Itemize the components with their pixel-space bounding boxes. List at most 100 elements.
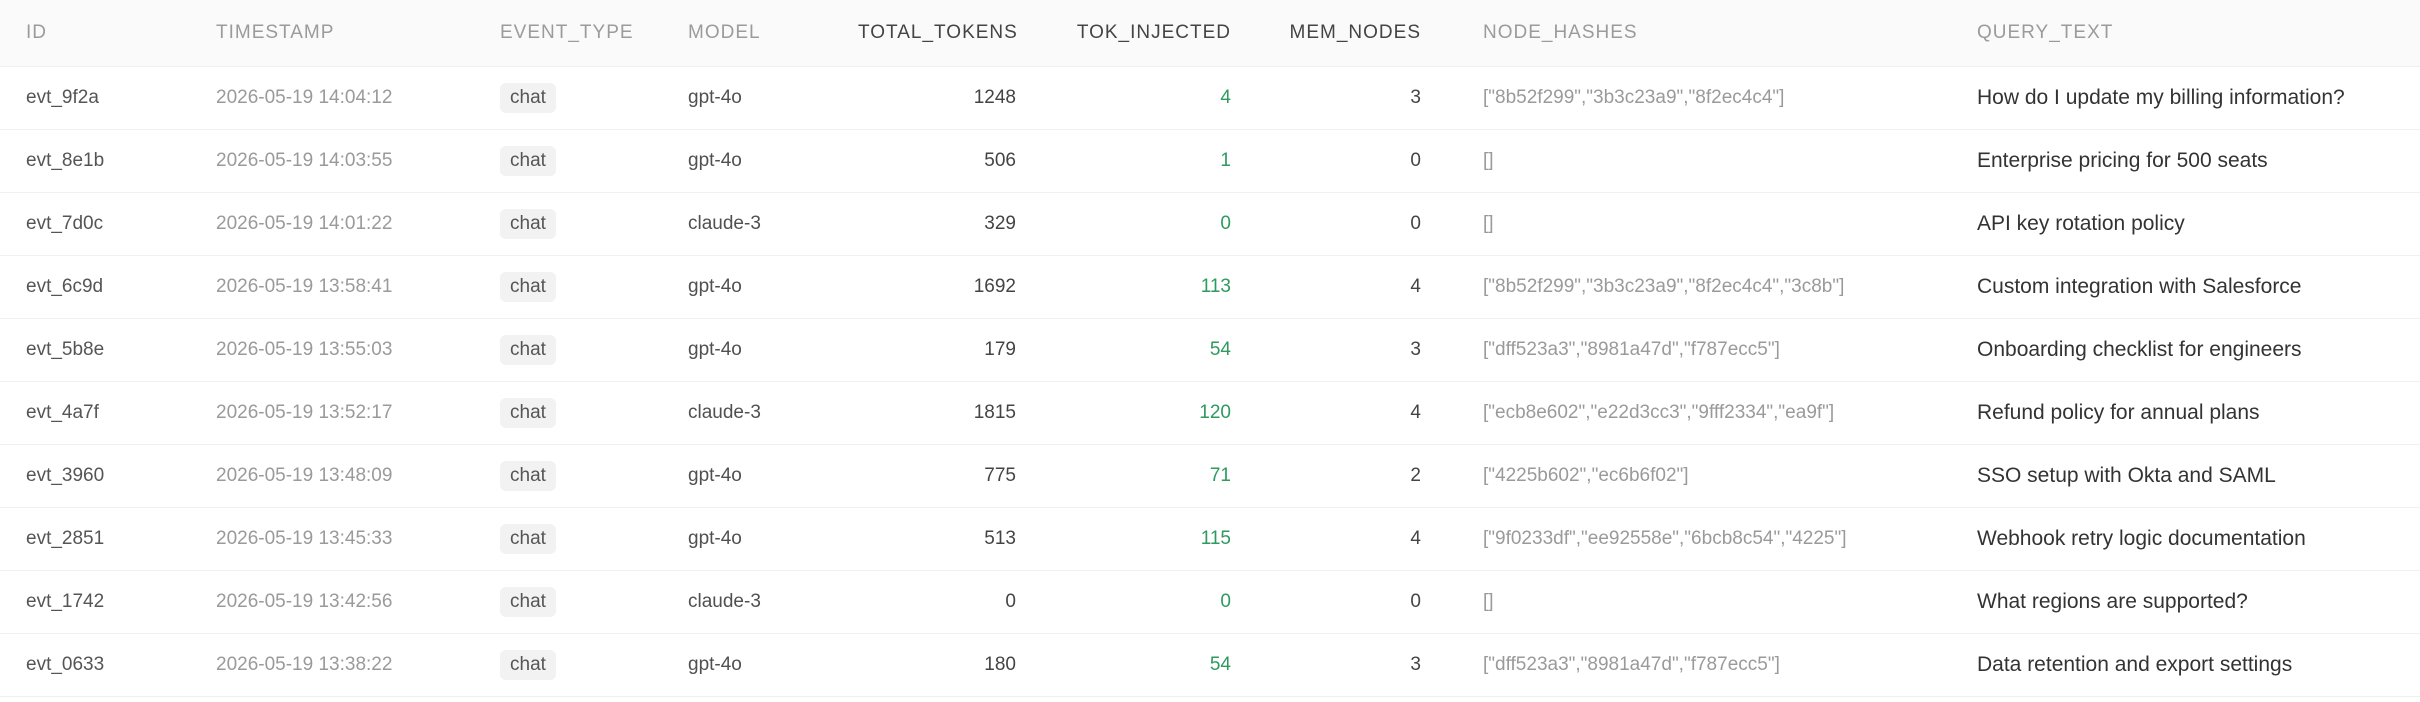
cell-mem-nodes: 4 [1410, 401, 1421, 423]
column-header-total-tokens[interactable]: TOTAL_TOKENS [858, 0, 1017, 67]
table-row[interactable]: evt_0633 2026-05-19 13:38:22 chat gpt-4o… [0, 633, 2420, 696]
cell-model: claude-3 [688, 590, 761, 612]
cell-id: evt_2851 [26, 527, 105, 549]
column-header-timestamp[interactable]: TIMESTAMP [216, 0, 500, 67]
cell-timestamp: 2026-05-19 14:01:22 [216, 212, 393, 234]
table-header: ID TIMESTAMP EVENT_TYPE MODEL TOTAL_TOKE… [0, 0, 2420, 67]
event-type-badge: chat [500, 460, 556, 491]
cell-node-hashes: [] [1483, 590, 1494, 612]
cell-mem-nodes: 3 [1410, 653, 1421, 675]
cell-node-hashes: ["dff523a3","8981a47d","f787ecc5"] [1483, 338, 1780, 360]
cell-event-type: chat [500, 444, 688, 507]
cell-event-type: chat [500, 381, 688, 444]
cell-model: gpt-4o [688, 527, 742, 549]
cell-node-hashes: [] [1483, 212, 1494, 234]
table-row[interactable]: evt_1742 2026-05-19 13:42:56 chat claude… [0, 570, 2420, 633]
cell-tok-injected: 54 [1209, 653, 1231, 675]
column-header-query-text[interactable]: QUERY_TEXT [1977, 0, 2420, 67]
column-header-event-type[interactable]: EVENT_TYPE [500, 0, 688, 67]
cell-total-tokens: 179 [984, 338, 1016, 360]
cell-timestamp: 2026-05-19 13:58:41 [216, 275, 393, 297]
cell-id: evt_3960 [26, 464, 105, 486]
cell-timestamp: 2026-05-19 13:38:22 [216, 653, 393, 675]
cell-node-hashes: ["8b52f299","3b3c23a9","8f2ec4c4"] [1483, 86, 1785, 108]
cell-gap [1421, 444, 1483, 507]
column-header-mem-nodes[interactable]: MEM_NODES [1231, 0, 1421, 67]
cell-model: gpt-4o [688, 653, 742, 675]
event-type-badge: chat [500, 208, 556, 239]
cell-timestamp: 2026-05-19 13:55:03 [216, 338, 393, 360]
cell-mem-nodes: 0 [1410, 149, 1421, 171]
cell-mem-nodes: 4 [1410, 527, 1421, 549]
event-type-badge: chat [500, 649, 556, 680]
cell-timestamp: 2026-05-19 13:42:56 [216, 590, 393, 612]
table-row[interactable]: evt_2851 2026-05-19 13:45:33 chat gpt-4o… [0, 507, 2420, 570]
cell-id: evt_9f2a [26, 86, 99, 108]
column-header-tok-injected[interactable]: TOK_INJECTED [1016, 0, 1231, 67]
cell-tok-injected: 4 [1220, 86, 1231, 108]
cell-timestamp: 2026-05-19 13:48:09 [216, 464, 393, 486]
cell-id: evt_4a7f [26, 401, 99, 423]
cell-model: gpt-4o [688, 275, 742, 297]
table-row[interactable]: evt_4a7f 2026-05-19 13:52:17 chat claude… [0, 381, 2420, 444]
cell-event-type: chat [500, 570, 688, 633]
cell-node-hashes: ["4225b602","ec6b6f02"] [1483, 464, 1689, 486]
cell-mem-nodes: 0 [1410, 590, 1421, 612]
cell-tok-injected: 1 [1220, 149, 1231, 171]
cell-tok-injected: 54 [1209, 338, 1231, 360]
column-header-model[interactable]: MODEL [688, 0, 858, 67]
cell-id: evt_1742 [26, 590, 105, 612]
column-header-id[interactable]: ID [0, 0, 216, 67]
cell-query-text: SSO setup with Okta and SAML [1977, 463, 2276, 487]
cell-timestamp: 2026-05-19 13:45:33 [216, 527, 393, 549]
cell-model: gpt-4o [688, 149, 742, 171]
event-type-badge: chat [500, 586, 556, 617]
event-type-badge: chat [500, 523, 556, 554]
table-row[interactable]: evt_7d0c 2026-05-19 14:01:22 chat claude… [0, 192, 2420, 255]
table-row[interactable]: evt_3960 2026-05-19 13:48:09 chat gpt-4o… [0, 444, 2420, 507]
cell-total-tokens: 180 [984, 653, 1016, 675]
cell-model: gpt-4o [688, 464, 742, 486]
cell-total-tokens: 329 [984, 212, 1016, 234]
table-row[interactable]: evt_6c9d 2026-05-19 13:58:41 chat gpt-4o… [0, 255, 2420, 318]
cell-query-text: What regions are supported? [1977, 589, 2248, 613]
cell-total-tokens: 1692 [973, 275, 1016, 297]
events-table-container: ID TIMESTAMP EVENT_TYPE MODEL TOTAL_TOKE… [0, 0, 2420, 702]
column-gap [1421, 0, 1483, 67]
column-header-node-hashes[interactable]: NODE_HASHES [1483, 0, 1977, 67]
cell-gap [1421, 633, 1483, 696]
cell-node-hashes: ["dff523a3","8981a47d","f787ecc5"] [1483, 653, 1780, 675]
cell-timestamp: 2026-05-19 13:52:17 [216, 401, 393, 423]
cell-gap [1421, 507, 1483, 570]
cell-total-tokens: 775 [984, 464, 1016, 486]
events-table: ID TIMESTAMP EVENT_TYPE MODEL TOTAL_TOKE… [0, 0, 2420, 697]
cell-mem-nodes: 0 [1410, 212, 1421, 234]
cell-event-type: chat [500, 507, 688, 570]
cell-gap [1421, 381, 1483, 444]
cell-mem-nodes: 3 [1410, 338, 1421, 360]
cell-event-type: chat [500, 633, 688, 696]
cell-model: claude-3 [688, 212, 761, 234]
cell-mem-nodes: 3 [1410, 86, 1421, 108]
cell-event-type: chat [500, 129, 688, 192]
table-row[interactable]: evt_9f2a 2026-05-19 14:04:12 chat gpt-4o… [0, 66, 2420, 129]
cell-query-text: Onboarding checklist for engineers [1977, 337, 2302, 361]
cell-query-text: Data retention and export settings [1977, 652, 2293, 676]
cell-gap [1421, 129, 1483, 192]
cell-query-text: How do I update my billing information? [1977, 85, 2345, 109]
cell-total-tokens: 1815 [973, 401, 1016, 423]
cell-total-tokens: 1248 [973, 86, 1016, 108]
cell-query-text: Custom integration with Salesforce [1977, 274, 2302, 298]
event-type-badge: chat [500, 145, 556, 176]
table-row[interactable]: evt_8e1b 2026-05-19 14:03:55 chat gpt-4o… [0, 129, 2420, 192]
cell-node-hashes: ["8b52f299","3b3c23a9","8f2ec4c4","3c8b"… [1483, 275, 1845, 297]
cell-event-type: chat [500, 318, 688, 381]
cell-tok-injected: 0 [1220, 212, 1231, 234]
cell-gap [1421, 66, 1483, 129]
event-type-badge: chat [500, 397, 556, 428]
table-row[interactable]: evt_5b8e 2026-05-19 13:55:03 chat gpt-4o… [0, 318, 2420, 381]
cell-timestamp: 2026-05-19 14:04:12 [216, 86, 393, 108]
cell-mem-nodes: 4 [1410, 275, 1421, 297]
cell-node-hashes: [] [1483, 149, 1494, 171]
cell-gap [1421, 318, 1483, 381]
